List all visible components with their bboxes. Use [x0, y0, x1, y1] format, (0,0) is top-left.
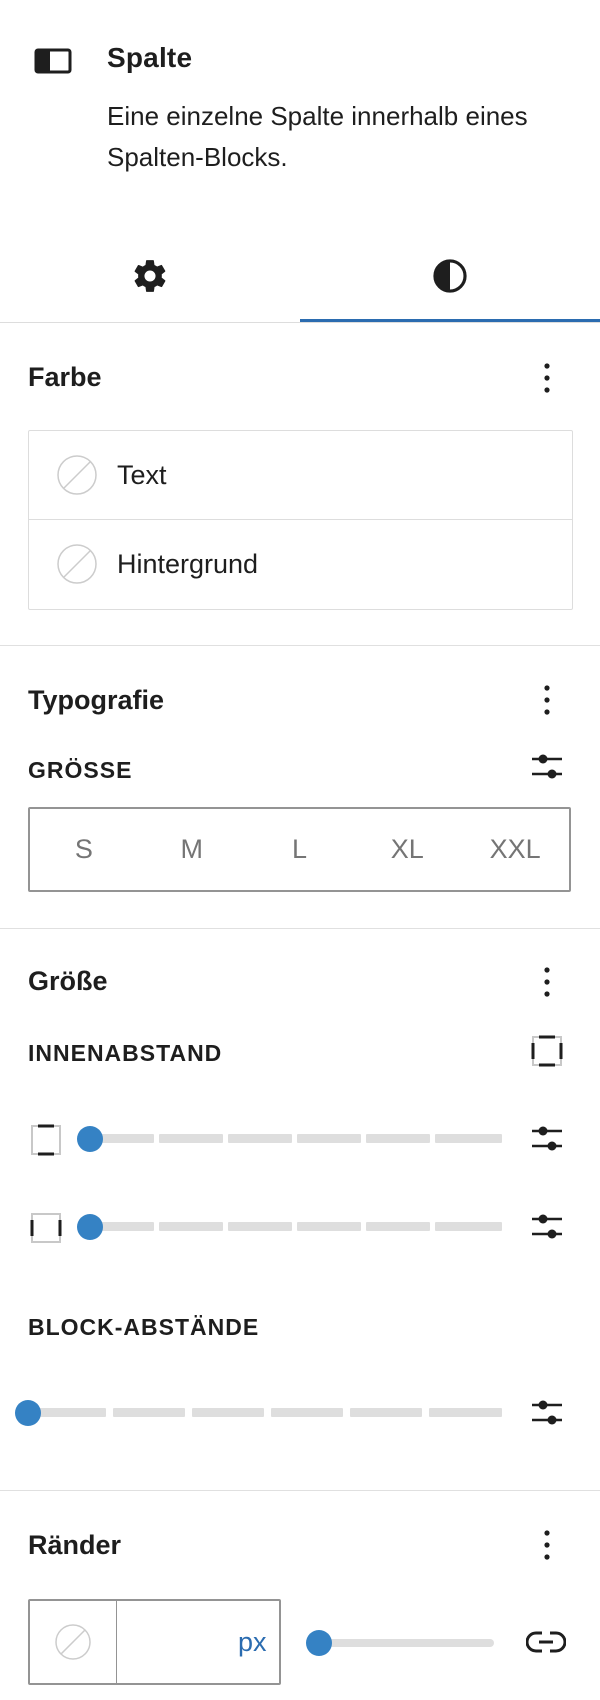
custom-block-spacing-button[interactable]: [527, 1393, 567, 1433]
tab-styles[interactable]: [300, 230, 600, 322]
border-width-input[interactable]: [118, 1601, 238, 1683]
slider-thumb[interactable]: [15, 1400, 41, 1426]
more-vertical-icon: [544, 1530, 550, 1560]
padding-sides-toggle-button[interactable]: [527, 1031, 567, 1071]
padding-horizontal-slider[interactable]: [90, 1222, 502, 1232]
border-color-button[interactable]: [30, 1601, 117, 1683]
tab-settings[interactable]: [0, 230, 300, 322]
settings-sliders-icon: [532, 1126, 562, 1151]
padding-vertical-icon: [26, 1120, 66, 1160]
column-icon: [34, 44, 74, 78]
padding-horizontal-icon: [26, 1208, 66, 1248]
gear-icon: [134, 260, 166, 292]
font-size-option-s[interactable]: S: [30, 809, 138, 890]
link-sides-button[interactable]: [526, 1622, 566, 1662]
border-radius-slider[interactable]: [318, 1639, 494, 1647]
color-panel-options-button[interactable]: [532, 356, 562, 400]
no-color-icon: [57, 455, 97, 495]
border-unit-select[interactable]: px: [238, 1601, 278, 1683]
font-size-option-xl[interactable]: XL: [353, 809, 461, 890]
custom-padding-vertical-button[interactable]: [527, 1119, 567, 1159]
padding-label: INNENABSTAND: [28, 1040, 223, 1066]
slider-thumb[interactable]: [77, 1214, 103, 1240]
divider: [0, 1490, 600, 1491]
more-vertical-icon: [544, 967, 550, 997]
no-color-icon: [57, 544, 97, 584]
typography-panel-title: Typografie: [28, 685, 165, 715]
link-icon: [526, 1631, 566, 1653]
more-vertical-icon: [544, 685, 550, 715]
block-description: Eine einzelne Spalte innerhalb eines Spa…: [107, 101, 528, 172]
custom-padding-horizontal-button[interactable]: [527, 1207, 567, 1247]
border-control: px: [28, 1599, 281, 1685]
no-color-icon: [55, 1624, 91, 1660]
borders-panel-title: Ränder: [28, 1530, 122, 1560]
divider: [0, 645, 600, 646]
settings-sliders-icon: [532, 754, 562, 779]
divider: [0, 928, 600, 929]
font-size-option-l[interactable]: L: [246, 809, 354, 890]
font-size-option-xxl[interactable]: XXL: [461, 809, 569, 890]
block-spacing-label: BLOCK-ABSTÄNDE: [28, 1314, 260, 1340]
color-item-background[interactable]: Hintergrund: [29, 520, 572, 608]
color-item-text[interactable]: Text: [29, 431, 572, 520]
divider: [0, 322, 600, 323]
box-sides-icon: [531, 1035, 563, 1067]
color-item-label: Text: [117, 459, 167, 490]
borders-panel-options-button[interactable]: [532, 1523, 562, 1567]
typography-panel-options-button[interactable]: [532, 678, 562, 722]
color-settings-list: Text Hintergrund: [28, 430, 573, 610]
block-inspector: Spalte Eine einzelne Spalte innerhalb ei…: [0, 0, 600, 1700]
block-spacing-slider[interactable]: [32, 1408, 502, 1418]
padding-vertical-slider[interactable]: [90, 1134, 502, 1144]
settings-sliders-icon: [532, 1400, 562, 1425]
dimensions-panel-options-button[interactable]: [532, 960, 562, 1004]
font-size-option-m[interactable]: M: [138, 809, 246, 890]
more-vertical-icon: [544, 363, 550, 393]
contrast-icon: [433, 259, 467, 293]
font-size-label: GRÖSSE: [28, 757, 133, 783]
block-title: Spalte: [107, 42, 193, 73]
slider-thumb[interactable]: [306, 1630, 332, 1656]
color-panel-title: Farbe: [28, 362, 102, 392]
slider-thumb[interactable]: [77, 1126, 103, 1152]
custom-font-size-button[interactable]: [527, 747, 567, 787]
settings-sliders-icon: [532, 1214, 562, 1239]
color-item-label: Hintergrund: [117, 548, 259, 579]
dimensions-panel-title: Größe: [28, 966, 108, 996]
font-size-toggle-group: S M L XL XXL: [28, 807, 571, 892]
